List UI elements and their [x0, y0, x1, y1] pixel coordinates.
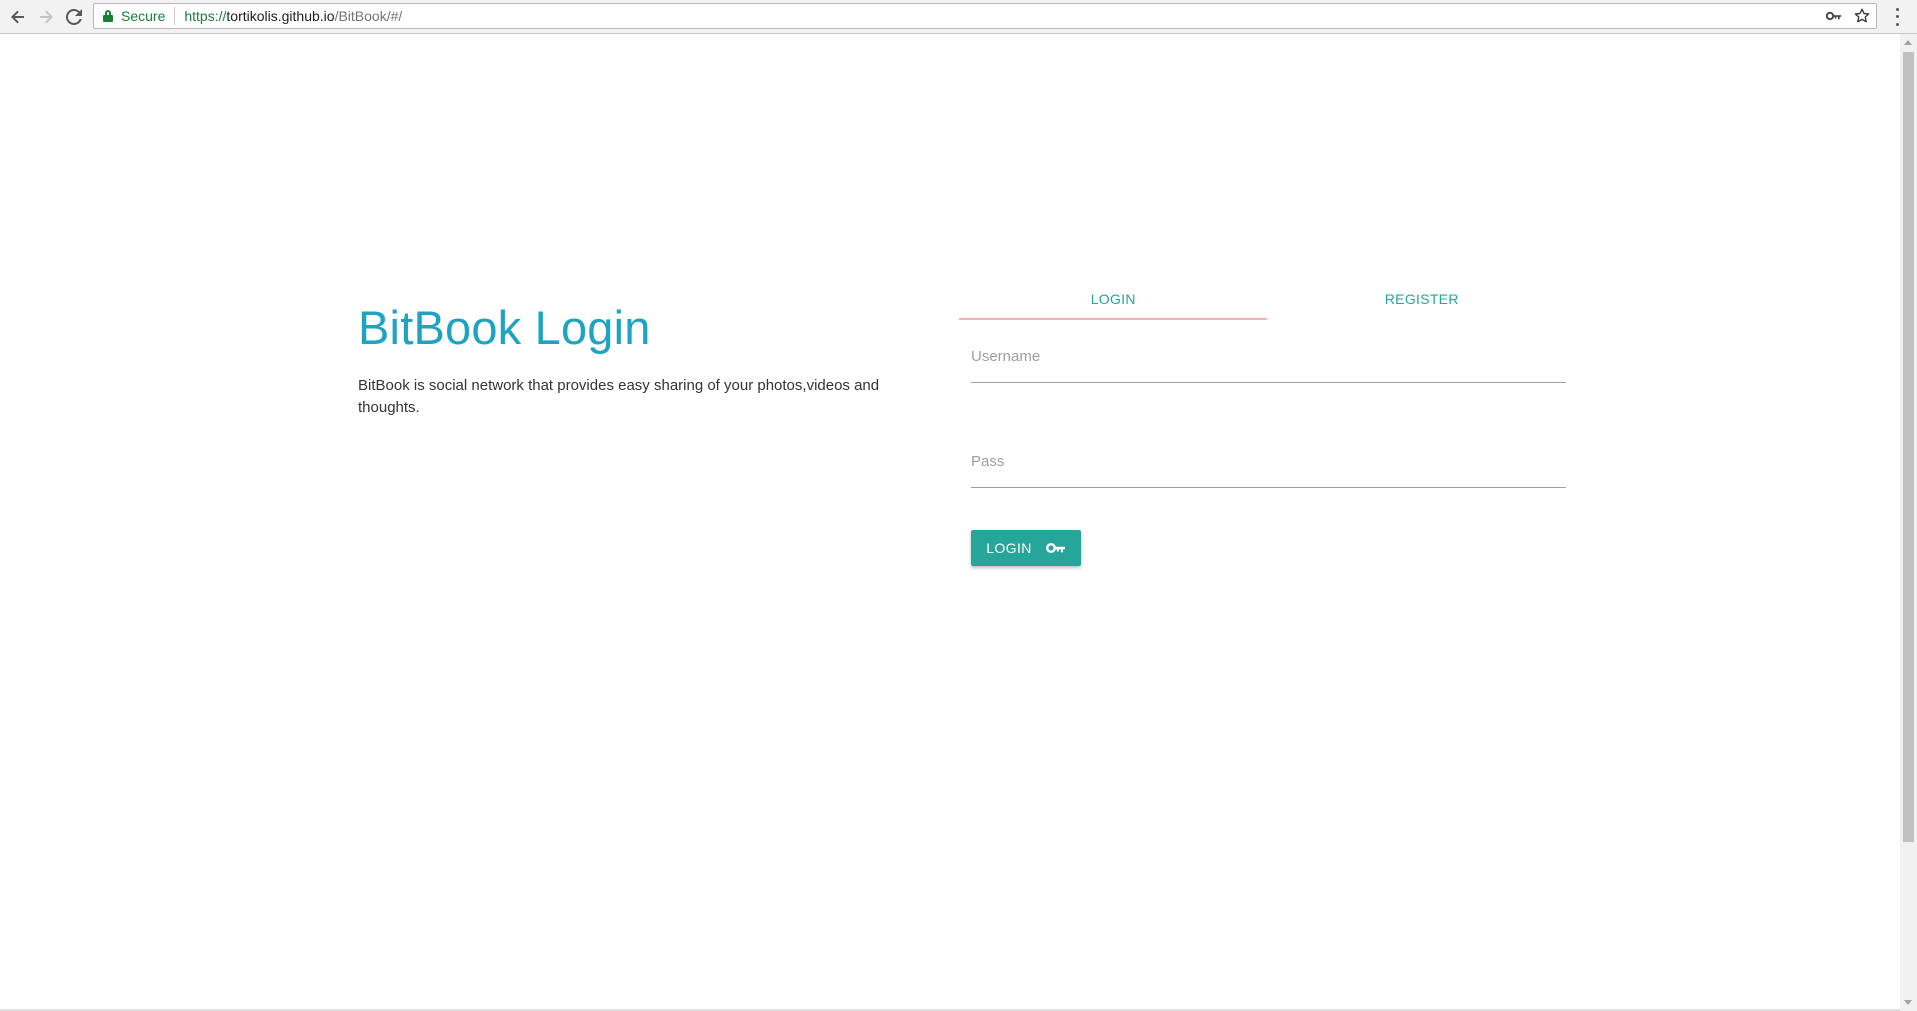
scrollbar-thumb[interactable] [1903, 52, 1914, 842]
intro-section: BitBook Login BitBook is social network … [358, 300, 918, 419]
browser-toolbar: Secure https://tortikolis.github.io/BitB… [0, 0, 1917, 34]
password-key-icon[interactable] [1826, 11, 1842, 21]
active-tab-indicator [959, 318, 1267, 320]
page-viewport: BitBook Login BitBook is social network … [0, 34, 1917, 1011]
scroll-down-arrow-icon[interactable] [1904, 1000, 1912, 1005]
password-input[interactable] [971, 435, 1566, 487]
lock-icon [103, 10, 113, 22]
login-button-label: LOGIN [986, 540, 1032, 556]
password-field [971, 435, 1566, 488]
vertical-scrollbar[interactable] [1900, 34, 1917, 1011]
auth-panel: LOGIN REGISTER LOGIN [959, 278, 1576, 566]
page-description: BitBook is social network that provides … [358, 377, 880, 416]
secure-label: Secure [121, 8, 166, 24]
address-bar[interactable]: Secure https://tortikolis.github.io/BitB… [93, 3, 1877, 29]
url-path: /BitBook/#/ [334, 8, 403, 24]
url-scheme: https:// [184, 8, 227, 24]
bookmark-star-icon[interactable] [1854, 8, 1870, 24]
tab-login[interactable]: LOGIN [959, 278, 1268, 320]
key-icon [1045, 543, 1065, 553]
scroll-up-arrow-icon[interactable] [1904, 40, 1912, 45]
forward-button[interactable] [34, 5, 58, 29]
reload-button[interactable] [62, 5, 86, 29]
browser-menu-icon[interactable] [1889, 6, 1905, 28]
omnibox-separator [174, 7, 176, 25]
tab-register[interactable]: REGISTER [1268, 278, 1577, 320]
back-arrow-icon [11, 10, 24, 24]
forward-arrow-icon [40, 10, 53, 24]
back-button[interactable] [6, 5, 30, 29]
login-button[interactable]: LOGIN [971, 530, 1081, 566]
reload-icon [66, 9, 82, 25]
username-input[interactable] [971, 330, 1566, 382]
username-field [971, 330, 1566, 383]
page-title: BitBook Login [358, 301, 651, 354]
auth-tabs: LOGIN REGISTER [959, 278, 1576, 320]
url-host: tortikolis.github.io [226, 8, 335, 24]
